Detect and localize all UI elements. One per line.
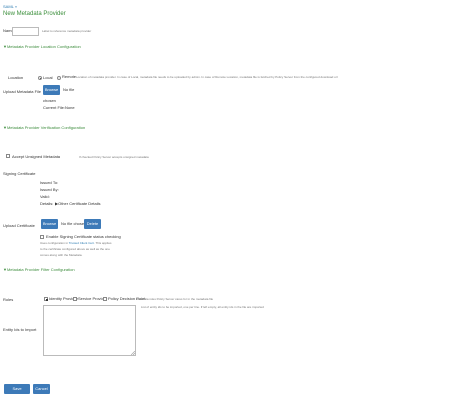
cancel-button[interactable]: Cancel bbox=[33, 384, 50, 394]
metadata-chosen: chosen bbox=[43, 98, 56, 103]
cert-help-line3: comes along with the Metadata. bbox=[40, 253, 83, 257]
role-sp-checkbox[interactable] bbox=[73, 297, 77, 301]
cert-issued-to: Issued To: bbox=[40, 180, 59, 185]
current-file-label: Current File: bbox=[43, 105, 66, 110]
browse-metadata-button[interactable]: Browse bbox=[43, 85, 60, 95]
accept-unsigned-checkbox[interactable] bbox=[6, 154, 10, 158]
resize-handle-icon[interactable] bbox=[131, 351, 135, 355]
location-local-label: Local bbox=[43, 75, 53, 80]
save-changes-button[interactable]: Save Changes bbox=[4, 384, 30, 401]
cert-valid: Valid: bbox=[40, 194, 50, 199]
other-cert-details-toggle[interactable]: ▶Other Certificate Details bbox=[55, 201, 101, 207]
location-hint: Location of metadata provider. In case o… bbox=[76, 75, 338, 79]
current-file-value: None bbox=[65, 105, 75, 110]
name-input[interactable] bbox=[12, 27, 39, 36]
breadcrumb-link[interactable]: SAML » bbox=[3, 4, 17, 10]
status-check-label: Enable Signing Certificate status checki… bbox=[46, 234, 121, 239]
accept-unsigned-label: Accept Unsigned Metadata bbox=[12, 154, 61, 159]
role-idp-checkbox[interactable] bbox=[44, 297, 48, 301]
location-remote-label: Remote bbox=[62, 74, 77, 79]
delete-cert-button[interactable]: Delete bbox=[84, 219, 101, 229]
page-title: New Metadata Provider bbox=[3, 11, 66, 17]
trusted-client-cert-link[interactable]: Trusted Client Cert bbox=[69, 241, 94, 245]
name-hint: Label to reference metadata provider bbox=[42, 29, 92, 33]
upload-metadata-label: Upload Metadata File bbox=[3, 89, 42, 94]
roles-label: Roles bbox=[3, 297, 14, 302]
cert-help-line2: to the certificate configured above as w… bbox=[40, 247, 110, 251]
roles-hint: Metadata roles Policy Server cares for i… bbox=[136, 297, 214, 301]
cert-help-line1: Uses configuration in Trusted Client Cer… bbox=[40, 241, 112, 245]
metadata-no-file: No file bbox=[63, 87, 75, 92]
location-local-radio[interactable] bbox=[38, 76, 42, 80]
cert-issued-by: Issued By: bbox=[40, 187, 59, 192]
cert-no-file: No file chosen bbox=[61, 221, 87, 226]
browse-cert-button[interactable]: Browse bbox=[41, 219, 58, 229]
location-remote-radio[interactable] bbox=[57, 76, 61, 80]
role-pdp-checkbox[interactable] bbox=[103, 297, 107, 301]
entity-ids-label: Entity Ids to Import bbox=[3, 327, 37, 332]
filter-section-toggle[interactable]: ▼Metadata Provider Filter Configuration bbox=[3, 267, 75, 273]
signing-cert-label: Signing Certificate bbox=[3, 171, 36, 176]
upload-cert-label: Upload Certificate bbox=[3, 223, 35, 228]
entity-ids-textarea[interactable] bbox=[43, 305, 136, 356]
location-section-toggle[interactable]: ▼Metadata Provider Location Configuratio… bbox=[3, 44, 81, 50]
location-label: Location bbox=[8, 75, 24, 80]
entity-ids-hint: List of entity ids to be imported, one p… bbox=[141, 305, 264, 309]
status-check-checkbox[interactable] bbox=[40, 235, 44, 239]
accept-unsigned-hint: If checked Policy Server accepts unsigne… bbox=[79, 155, 149, 159]
verification-section-toggle[interactable]: ▼Metadata Provider Verification Configur… bbox=[3, 125, 85, 131]
cert-details: Details: bbox=[40, 201, 54, 206]
